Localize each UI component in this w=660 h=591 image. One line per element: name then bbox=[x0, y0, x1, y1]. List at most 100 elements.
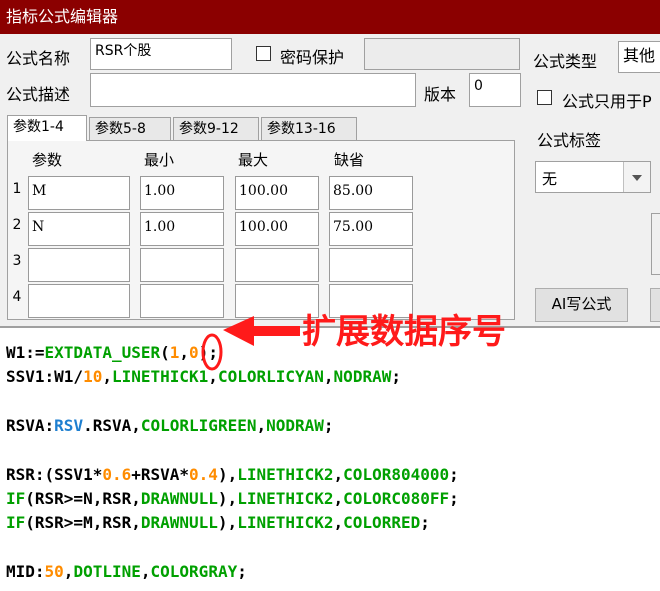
code-line[interactable]: RSR:(SSV1*0.6+RSVA*0.4),LINETHICK2,COLOR… bbox=[6, 464, 459, 486]
code-token: COLOR804000 bbox=[343, 464, 450, 484]
side-button-partial-2[interactable] bbox=[650, 288, 660, 322]
code-token: ), bbox=[217, 513, 238, 533]
code-token: ), bbox=[217, 464, 238, 484]
chevron-down-icon[interactable] bbox=[623, 162, 650, 192]
tab-params-5-8[interactable]: 参数5-8 bbox=[89, 117, 171, 140]
version-label: 版本 bbox=[424, 85, 457, 104]
code-token: 0 bbox=[189, 343, 199, 362]
param-min-cell[interactable]: 1.00 bbox=[140, 212, 224, 246]
only-for-checkbox[interactable] bbox=[537, 90, 552, 105]
password-protect-checkbox[interactable] bbox=[256, 46, 271, 61]
param-min-cell[interactable]: 1.00 bbox=[140, 176, 224, 210]
code-token: RSVA: bbox=[6, 415, 55, 435]
formula-tag-value: 无 bbox=[542, 170, 558, 188]
param-default-cell[interactable] bbox=[329, 248, 413, 282]
code-token: MID: bbox=[6, 561, 45, 581]
code-token: LINETHICK2 bbox=[237, 513, 334, 533]
code-token: W1:= bbox=[6, 343, 45, 362]
code-token: 10 bbox=[83, 367, 103, 387]
param-min-cell[interactable] bbox=[140, 248, 224, 282]
code-token: NODRAW bbox=[333, 367, 392, 387]
code-token: LINETHICK1 bbox=[111, 367, 209, 387]
param-default-cell[interactable]: 85.00 bbox=[329, 176, 413, 210]
code-token: 0.4 bbox=[189, 464, 218, 484]
tab-params-13-16[interactable]: 参数13-16 bbox=[261, 117, 357, 140]
col-header-min: 最小 bbox=[144, 151, 175, 169]
formula-tag-select[interactable]: 无 bbox=[535, 161, 651, 193]
code-token: ); bbox=[198, 343, 218, 362]
ai-write-formula-button[interactable]: AI写公式 bbox=[535, 288, 628, 322]
window-title: 指标公式编辑器 bbox=[0, 0, 660, 34]
code-token: COLORGRAY bbox=[150, 561, 238, 581]
only-for-label: 公式只用于P bbox=[562, 92, 652, 111]
params-panel: 参数 最小 最大 缺省 1 M 1.00 100.00 85.00 2 N 1.… bbox=[7, 140, 515, 320]
row-number: 4 bbox=[12, 289, 22, 305]
formula-tag-label: 公式标签 bbox=[537, 131, 602, 150]
code-token: ; bbox=[323, 415, 334, 435]
code-token: SSV1:W1/ bbox=[6, 367, 84, 387]
code-token: , bbox=[63, 561, 74, 581]
code-token: , bbox=[333, 513, 344, 533]
code-line[interactable]: IF(RSR>=M,RSR,DRAWNULL),LINETHICK2,COLOR… bbox=[6, 512, 430, 534]
param-max-cell[interactable] bbox=[235, 248, 319, 282]
code-token: DRAWNULL bbox=[140, 513, 218, 533]
formula-type-label: 公式类型 bbox=[533, 52, 598, 71]
code-line[interactable]: MID:50,DOTLINE,COLORGRAY; bbox=[6, 561, 247, 583]
code-token: (RSR>=M,RSR, bbox=[25, 513, 141, 533]
param-name-cell[interactable]: M bbox=[28, 176, 130, 210]
code-token: 50 bbox=[44, 561, 64, 581]
param-name-cell[interactable] bbox=[28, 284, 130, 318]
code-token: +RSVA* bbox=[131, 464, 190, 484]
code-token: IF bbox=[6, 488, 26, 508]
code-token: COLORLICYAN bbox=[217, 367, 324, 387]
param-min-cell[interactable] bbox=[140, 284, 224, 318]
code-token: , bbox=[179, 343, 190, 362]
code-token: , bbox=[323, 367, 334, 387]
param-max-cell[interactable]: 100.00 bbox=[235, 212, 319, 246]
annotation-label: 扩展数据序号 bbox=[302, 312, 506, 352]
formula-desc-input[interactable] bbox=[90, 73, 416, 107]
code-token: ; bbox=[449, 464, 459, 484]
param-name-cell[interactable] bbox=[28, 248, 130, 282]
row-number: 1 bbox=[12, 181, 22, 197]
row-number: 2 bbox=[12, 217, 22, 233]
row-number: 3 bbox=[12, 253, 22, 269]
code-token: COLORRED bbox=[343, 513, 421, 533]
tab-params-1-4[interactable]: 参数1-4 bbox=[7, 115, 87, 141]
version-input[interactable]: 0 bbox=[469, 73, 521, 107]
code-token: LINETHICK2 bbox=[237, 488, 334, 508]
code-token: IF bbox=[6, 513, 26, 533]
formula-desc-label: 公式描述 bbox=[6, 85, 71, 104]
code-token: COLORC080FF bbox=[343, 488, 450, 508]
code-line[interactable]: RSVA:RSV.RSVA,COLORLIGREEN,NODRAW; bbox=[6, 415, 334, 437]
formula-name-input[interactable]: RSR个股 bbox=[90, 38, 232, 70]
code-token: (RSR>=N,RSR, bbox=[25, 488, 141, 508]
code-token: , bbox=[208, 367, 218, 387]
code-token: 0.6 bbox=[102, 464, 132, 484]
code-line[interactable]: SSV1:W1/10,LINETHICK1,COLORLICYAN,NODRAW… bbox=[6, 366, 401, 388]
password-input[interactable] bbox=[364, 38, 520, 70]
code-line[interactable]: IF(RSR>=N,RSR,DRAWNULL),LINETHICK2,COLOR… bbox=[6, 488, 459, 510]
param-default-cell[interactable]: 75.00 bbox=[329, 212, 413, 246]
code-token: DRAWNULL bbox=[140, 488, 218, 508]
code-token: NODRAW bbox=[266, 415, 324, 435]
code-token: ), bbox=[217, 488, 238, 508]
code-editor[interactable]: W1:=EXTDATA_USER(1,0); SSV1:W1/10,LINETHI… bbox=[0, 326, 660, 591]
param-name-cell[interactable]: N bbox=[28, 212, 130, 246]
formula-type-select[interactable]: 其他 bbox=[618, 41, 660, 73]
code-token: , bbox=[333, 488, 344, 508]
code-token: RSV bbox=[54, 415, 84, 435]
param-max-cell[interactable]: 100.00 bbox=[235, 176, 319, 210]
col-header-param: 参数 bbox=[32, 151, 63, 169]
code-token: EXTDATA_USER bbox=[44, 343, 161, 362]
code-token: .RSVA, bbox=[83, 415, 141, 435]
code-token: ; bbox=[237, 561, 247, 581]
password-protect-label: 密码保护 bbox=[280, 48, 345, 67]
code-token: LINETHICK2 bbox=[237, 464, 334, 484]
side-button-partial[interactable] bbox=[651, 213, 660, 275]
tab-params-9-12[interactable]: 参数9-12 bbox=[173, 117, 259, 140]
code-token: , bbox=[140, 561, 151, 581]
col-header-default: 缺省 bbox=[334, 151, 365, 169]
col-header-max: 最大 bbox=[238, 151, 269, 169]
code-line[interactable]: W1:=EXTDATA_USER(1,0); bbox=[6, 342, 218, 364]
